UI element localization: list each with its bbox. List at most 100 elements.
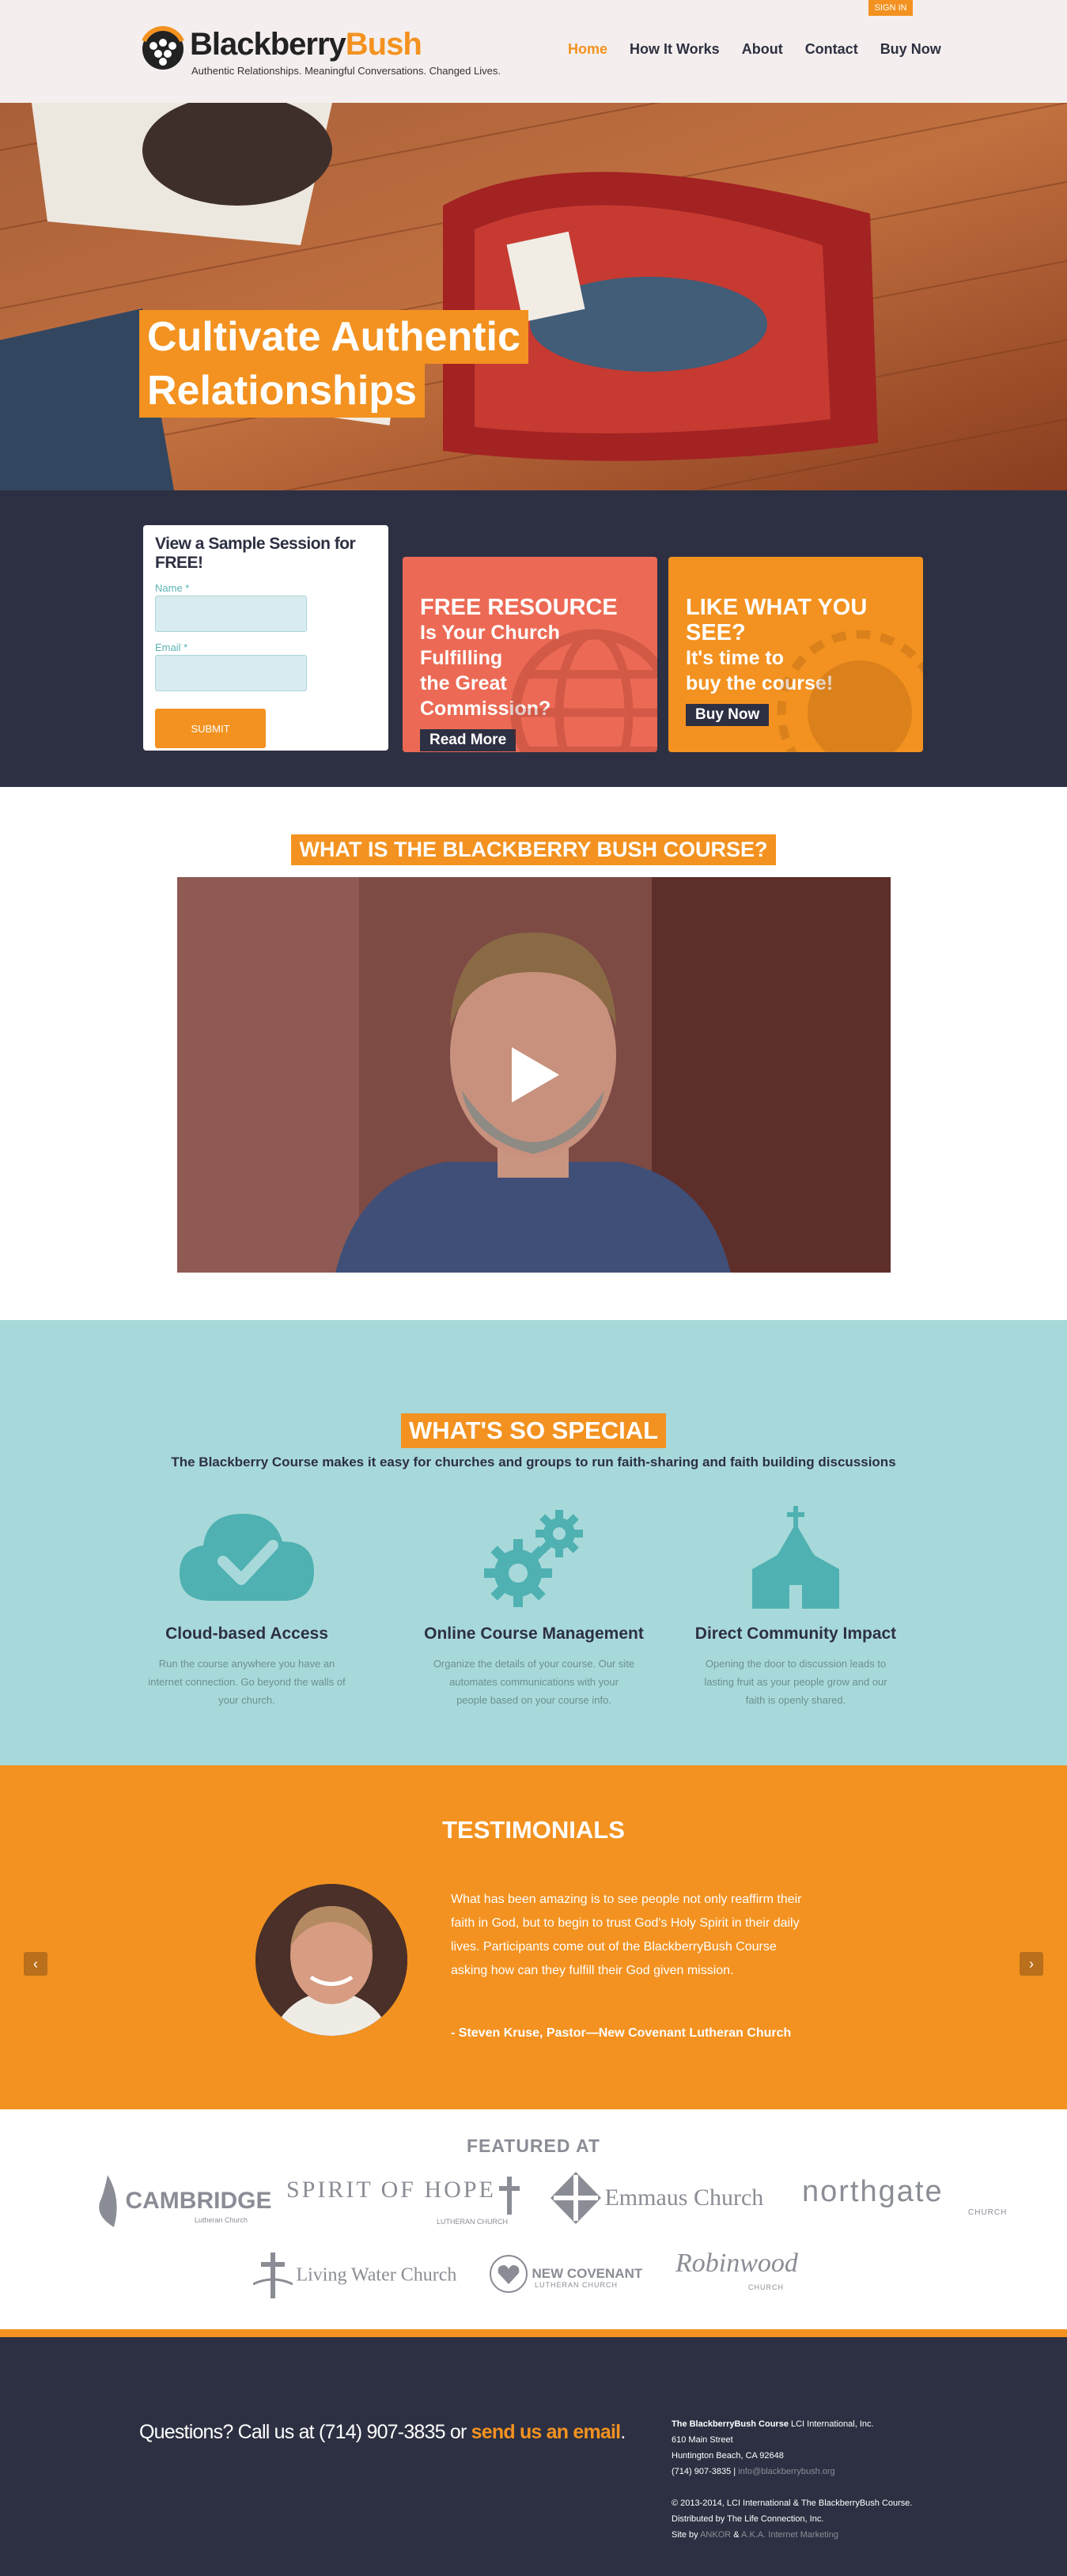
company-name: The BlackberryBush Course: [672, 2419, 789, 2429]
logo-living-water: Living Water Church: [252, 2253, 456, 2298]
nav-buy-now[interactable]: Buy Now: [880, 41, 941, 58]
special-section: WHAT'S SO SPECIAL The Blackberry Course …: [0, 1320, 1067, 1765]
address-line-2: Huntington Beach, CA 92648: [672, 2451, 784, 2461]
nav-contact[interactable]: Contact: [805, 41, 858, 58]
nav-about[interactable]: About: [742, 41, 783, 58]
featured-title: FEATURED AT: [466, 2135, 600, 2156]
logo-name: Emmaus Church: [604, 2184, 764, 2211]
name-label: Name *: [155, 582, 190, 594]
email-us-link[interactable]: send us an email: [471, 2421, 621, 2443]
logo-sub: LUTHERAN CHURCH: [535, 2281, 619, 2289]
feature-title: Online Course Management: [424, 1625, 644, 1643]
brand-logo[interactable]: BlackberryBush Authentic Relationships. …: [139, 22, 501, 85]
logo-name: NEW COVENANT: [532, 2266, 643, 2281]
site-by-amp: &: [731, 2530, 742, 2540]
testimonials-title: TESTIMONIALS: [442, 1816, 625, 1844]
logo-name: SPIRIT OF HOPE: [286, 2177, 496, 2203]
church-icon: [752, 1506, 839, 1609]
prev-arrow-icon[interactable]: ‹: [24, 1952, 47, 1976]
feature-text: Opening the door to discussion leads to …: [704, 1658, 887, 1706]
footer-email-link[interactable]: info@blackberrybush.org: [738, 2467, 834, 2476]
hero-headline: Cultivate Authentic Relationships: [139, 310, 528, 418]
buy-course-card[interactable]: LIKE WHAT YOU SEE? It's time to buy the …: [668, 557, 923, 752]
cross-wave-icon: [252, 2253, 293, 2298]
blackberry-logo-icon: [142, 26, 184, 70]
footer-phone: (714) 907-3835 |: [672, 2467, 739, 2476]
logo-name: CAMBRIDGE: [125, 2188, 272, 2214]
copyright: © 2013-2014, LCI International & The Bla…: [672, 2498, 913, 2508]
ankor-link[interactable]: ANKOR: [700, 2530, 731, 2540]
site-by-label: Site by: [672, 2530, 701, 2540]
laurel-icon: [777, 630, 923, 752]
page: { "header": { "signin_label": "SIGN IN",…: [0, 0, 1067, 2576]
feature-cloud: Cloud-based Access Run the course anywhe…: [136, 1506, 358, 1709]
feature-title: Direct Community Impact: [694, 1625, 897, 1643]
special-subtitle: The Blackberry Course makes it easy for …: [171, 1454, 896, 1470]
aka-link[interactable]: A.K.A. Internet Marketing: [741, 2530, 838, 2540]
sample-session-form: View a Sample Session for FREE! Name * E…: [143, 525, 388, 751]
name-input[interactable]: [155, 596, 307, 632]
nav-home[interactable]: Home: [568, 41, 607, 58]
email-label: Email *: [155, 641, 188, 653]
logo-name: northgate: [802, 2175, 944, 2208]
logo-new-covenant: NEW COVENANT LUTHERAN CHURCH: [489, 2254, 642, 2294]
logo-spirit-of-hope: SPIRIT OF HOPE LUTHERAN CHURCH: [286, 2177, 520, 2226]
cta-band: View a Sample Session for FREE! Name * E…: [0, 490, 1067, 787]
site-footer: Questions? Call us at (714) 907-3835 or …: [0, 2337, 1067, 2576]
special-title: WHAT'S SO SPECIAL: [400, 1413, 667, 1448]
brand-part-1: Blackberry: [190, 27, 346, 62]
tagline: Authentic Relationships. Meaningful Conv…: [191, 65, 501, 77]
special-title-wrap: WHAT'S SO SPECIAL: [0, 1413, 1067, 1448]
heart-seal-icon: [490, 2255, 528, 2293]
distributed-by: Distributed by The Life Connection, Inc.: [672, 2514, 824, 2524]
logo-northgate: northgate CHURCH: [802, 2175, 1006, 2217]
logo-sub: CHURCH: [748, 2283, 784, 2291]
feature-management: Online Course Management Organize the de…: [423, 1506, 645, 1709]
free-resource-card[interactable]: FREE RESOURCE Is Your Church Fulfilling …: [403, 557, 657, 752]
logo-sub: LUTHERAN CHURCH: [437, 2218, 509, 2226]
testimonials-section: TESTIMONIALS ‹ › What has been amazing i…: [0, 1765, 1067, 2109]
brand-part-2: Bush: [345, 27, 422, 62]
footer-info: The BlackberryBush Course LCI Internatio…: [672, 2416, 912, 2543]
sign-in-button[interactable]: SIGN IN: [868, 0, 913, 16]
diamond-cross-icon: [551, 2172, 601, 2224]
call-text: Questions? Call us at (714) 907-3835 or: [139, 2421, 471, 2443]
hero-photo: [0, 103, 1067, 490]
submit-button[interactable]: SUBMIT: [155, 709, 266, 748]
email-input[interactable]: [155, 655, 307, 691]
feature-text: Organize the details of your course. Our…: [433, 1658, 635, 1706]
feature-community: Direct Community Impact Opening the door…: [685, 1506, 906, 1709]
nav-how-it-works[interactable]: How It Works: [630, 41, 720, 58]
address-line-1: 610 Main Street: [672, 2435, 733, 2445]
logo-sub: CHURCH: [968, 2208, 1008, 2217]
play-icon[interactable]: [508, 1043, 563, 1106]
footer-call-line: Questions? Call us at (714) 907-3835 or …: [139, 2421, 626, 2444]
company-rest: LCI International, Inc.: [788, 2419, 874, 2429]
call-suffix: .: [620, 2421, 626, 2443]
next-arrow-icon[interactable]: ›: [1020, 1952, 1043, 1976]
buy-now-button[interactable]: Buy Now: [686, 704, 770, 726]
hero-banner: Cultivate Authentic Relationships: [0, 103, 1067, 490]
logo-name: Robinwood: [675, 2249, 798, 2278]
testimonial-author: - Steven Kruse, Pastor—New Covenant Luth…: [451, 2026, 792, 2040]
footer-accent-strip: [0, 2329, 1067, 2337]
gears-icon: [484, 1510, 583, 1607]
flame-icon: [99, 2175, 117, 2227]
hero-line-1: Cultivate Authentic: [139, 310, 528, 364]
form-title: View a Sample Session for FREE!: [155, 535, 356, 572]
logo-emmaus: Emmaus Church: [551, 2172, 763, 2224]
cloud-check-icon: [180, 1514, 314, 1601]
site-header: SIGN IN BlackberryBush Authentic Relatio…: [0, 0, 1067, 103]
logo-sub: Lutheran Church: [195, 2216, 248, 2224]
hero-line-2: Relationships: [139, 364, 425, 418]
testimonial-quote: What has been amazing is to see people n…: [451, 1893, 802, 1977]
read-more-button[interactable]: Read More: [420, 729, 516, 751]
intro-video-player[interactable]: [177, 877, 891, 1273]
main-nav: Home How It Works About Contact Buy Now: [568, 41, 941, 58]
globe-icon: [510, 629, 657, 752]
cross-icon: [499, 2177, 520, 2215]
video-section-title-wrap: WHAT IS THE BLACKBERRY BUSH COURSE?: [0, 834, 1067, 865]
avatar: [255, 1884, 407, 2036]
brand-wordmark: BlackberryBush: [190, 27, 422, 62]
video-section-title: WHAT IS THE BLACKBERRY BUSH COURSE?: [291, 834, 776, 865]
